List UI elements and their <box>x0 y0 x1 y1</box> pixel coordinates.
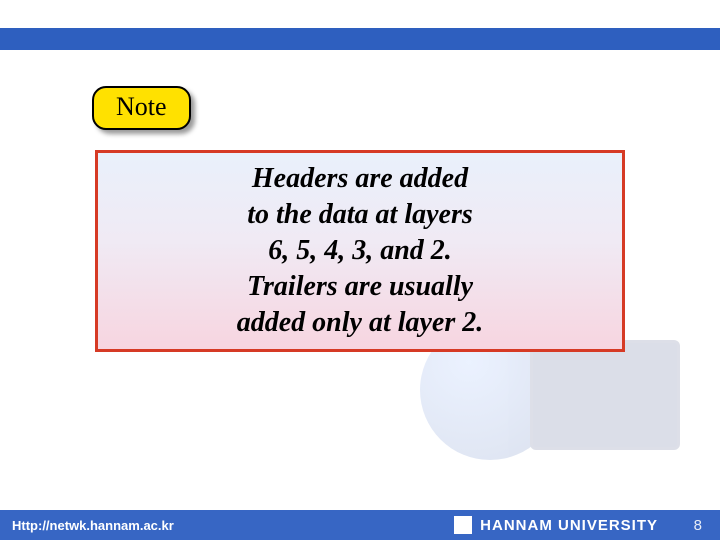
monitor-icon <box>530 340 680 450</box>
footer-bar: Http://netwk.hannam.ac.kr HANNAM UNIVERS… <box>0 510 720 540</box>
content-line: 6, 5, 4, 3, and 2. <box>268 233 452 269</box>
note-label: Note <box>116 92 167 121</box>
page-number: 8 <box>694 517 702 534</box>
university-logo-icon <box>454 516 472 534</box>
footer-url: Http://netwk.hannam.ac.kr <box>0 518 174 533</box>
content-line: to the data at layers <box>247 197 473 233</box>
university-name: HANNAM UNIVERSITY <box>480 517 658 534</box>
note-badge: Note <box>92 86 191 130</box>
content-box: Headers are added to the data at layers … <box>95 150 625 352</box>
content-line: Trailers are usually <box>247 269 473 305</box>
content-line: Headers are added <box>252 161 468 197</box>
footer-branding: HANNAM UNIVERSITY <box>454 516 658 534</box>
top-bar <box>0 28 720 50</box>
content-line: added only at layer 2. <box>237 305 484 341</box>
